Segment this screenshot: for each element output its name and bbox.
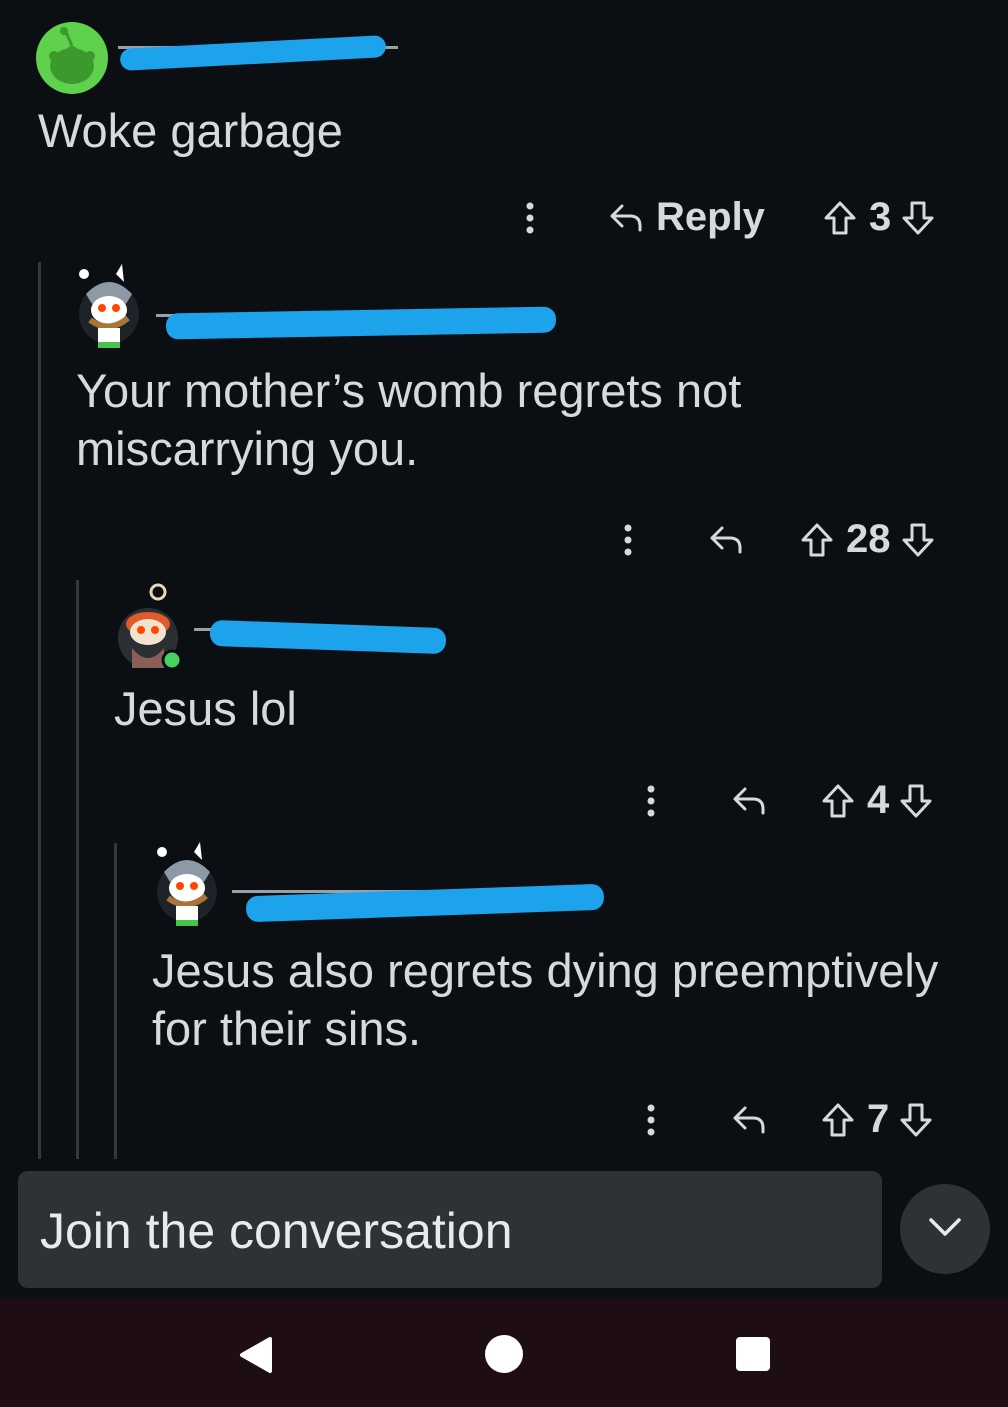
composer-placeholder: Join the conversation bbox=[40, 1203, 513, 1259]
comment-actions: 4 bbox=[645, 778, 933, 823]
downvote-icon[interactable] bbox=[899, 783, 933, 819]
collapse-button[interactable] bbox=[900, 1184, 990, 1274]
upvote-icon[interactable] bbox=[800, 522, 834, 558]
back-icon[interactable] bbox=[236, 1335, 274, 1380]
reply-arrow-icon bbox=[608, 202, 644, 234]
reply-arrow-icon[interactable] bbox=[708, 524, 744, 556]
vote-score: 4 bbox=[867, 778, 890, 822]
redaction-scribble bbox=[209, 619, 447, 655]
comment-body: Your mother’s womb regrets not miscarryi… bbox=[76, 364, 742, 475]
comment-body: Woke garbage bbox=[38, 104, 343, 157]
reply-arrow-icon[interactable] bbox=[731, 785, 767, 817]
upvote-icon[interactable] bbox=[823, 200, 857, 236]
comment: Your mother’s womb regrets not miscarryi… bbox=[0, 262, 1008, 580]
more-options-icon[interactable] bbox=[645, 1102, 675, 1138]
downvote-icon[interactable] bbox=[899, 1102, 933, 1138]
redaction-scribble bbox=[119, 35, 387, 71]
avatar[interactable] bbox=[154, 842, 220, 928]
snoo-avatar bbox=[118, 583, 183, 671]
comment: Jesus also regrets dying preemptively fo… bbox=[0, 842, 1008, 1160]
downvote-icon[interactable] bbox=[901, 522, 935, 558]
chevron-down-icon bbox=[927, 1216, 963, 1245]
snoo-avatar bbox=[79, 264, 139, 348]
comment-actions: Reply 3 bbox=[524, 195, 935, 240]
vote-score: 3 bbox=[868, 195, 892, 239]
comment-actions: 28 bbox=[622, 517, 935, 562]
comment-body: Jesus lol bbox=[114, 682, 297, 735]
more-options-icon[interactable] bbox=[645, 783, 675, 819]
avatar[interactable] bbox=[36, 22, 108, 94]
downvote-icon[interactable] bbox=[901, 200, 935, 236]
home-icon[interactable] bbox=[484, 1334, 524, 1379]
reply-button[interactable]: Reply bbox=[608, 195, 765, 240]
comment-actions: 7 bbox=[645, 1097, 933, 1142]
snoo-avatar bbox=[49, 27, 95, 84]
more-options-icon[interactable] bbox=[622, 522, 652, 558]
more-options-icon[interactable] bbox=[524, 200, 554, 236]
comment-body: Jesus also regrets dying preemptively fo… bbox=[152, 944, 939, 1055]
vote-score: 7 bbox=[867, 1097, 890, 1141]
upvote-icon[interactable] bbox=[821, 1102, 855, 1138]
comment: Woke garbage Reply 3 bbox=[0, 0, 1008, 260]
join-conversation-input[interactable]: Join the conversation bbox=[18, 1171, 882, 1288]
avatar[interactable] bbox=[76, 264, 142, 350]
upvote-icon[interactable] bbox=[821, 783, 855, 819]
snoo-avatar bbox=[157, 842, 217, 926]
reply-label: Reply bbox=[656, 195, 765, 239]
reply-arrow-icon[interactable] bbox=[731, 1104, 767, 1136]
system-navigation-bar bbox=[0, 1299, 1008, 1407]
avatar[interactable] bbox=[116, 582, 186, 672]
recents-icon[interactable] bbox=[735, 1336, 771, 1377]
vote-score: 28 bbox=[846, 517, 891, 561]
redaction-scribble bbox=[165, 306, 557, 340]
comment: Jesus lol 4 bbox=[0, 578, 1008, 842]
